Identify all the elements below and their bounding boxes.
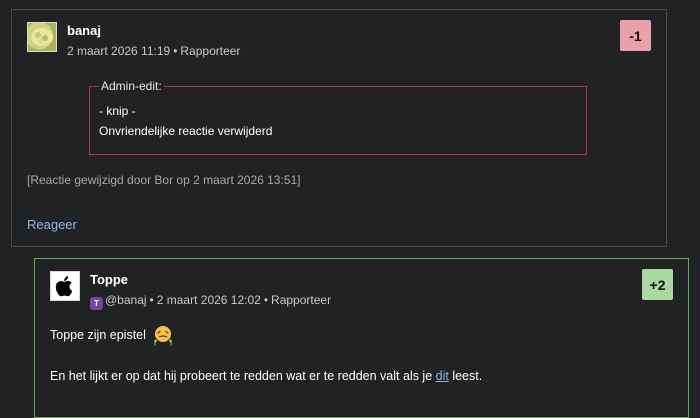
separator-dot: • [149,293,154,307]
user-avatar[interactable] [27,22,57,52]
comment-author[interactable]: Toppe [90,272,128,287]
comment-banaj: banaj 2 maart 2026 11:19 • Rapporteer -1 A… [11,9,667,247]
food-photo-icon [31,28,53,46]
comment-body-line-1: Toppe zijn epistel [50,324,174,346]
comment-date[interactable]: 2 maart 2026 12:02 [157,293,261,307]
comment-body-line-2: En het lijkt er op dat hij probeert te r… [50,369,482,383]
reply-button[interactable]: Reageer [27,217,77,232]
nauseated-face-icon [152,324,174,346]
mention-link[interactable]: @banaj [105,293,147,307]
apple-logo-icon [55,276,73,297]
comment-meta: 2 maart 2026 11:19 • Rapporteer [67,44,240,58]
score-badge: -1 [620,20,651,51]
admin-edit-legend: Admin-edit: [101,79,162,93]
admin-edit-box: Admin-edit: - knip - Onvriendelijke reac… [89,79,587,155]
comment-date[interactable]: 2 maart 2026 11:19 [67,44,170,58]
comment-author[interactable]: banaj [67,23,101,38]
comment-text: En het lijkt er op dat hij probeert te r… [50,369,436,383]
comment-toppe: Toppe T @banaj • 2 maart 2026 12:02 • Rapport… [34,258,689,418]
user-avatar[interactable] [50,271,80,301]
separator-dot: • [263,293,269,307]
report-link[interactable]: Rapporteer [180,44,240,58]
separator-dot: • [173,44,178,58]
report-link[interactable]: Rapporteer [271,293,331,307]
comment-text: leest. [448,369,483,383]
comment-meta: T @banaj • 2 maart 2026 12:02 • Rapporteer [90,293,331,310]
admin-edit-line-1: - knip - [99,104,136,118]
mention-user-icon: T [90,297,103,310]
admin-edit-line-2: Onvriendelijke reactie verwijderd [99,124,273,138]
inline-link-dit[interactable]: dit [436,369,449,383]
edited-note: [Reactie gewijzigd door Bor op 2 maart 2… [27,173,301,187]
score-badge: +2 [642,269,673,300]
comment-text: Toppe zijn epistel [50,328,146,342]
